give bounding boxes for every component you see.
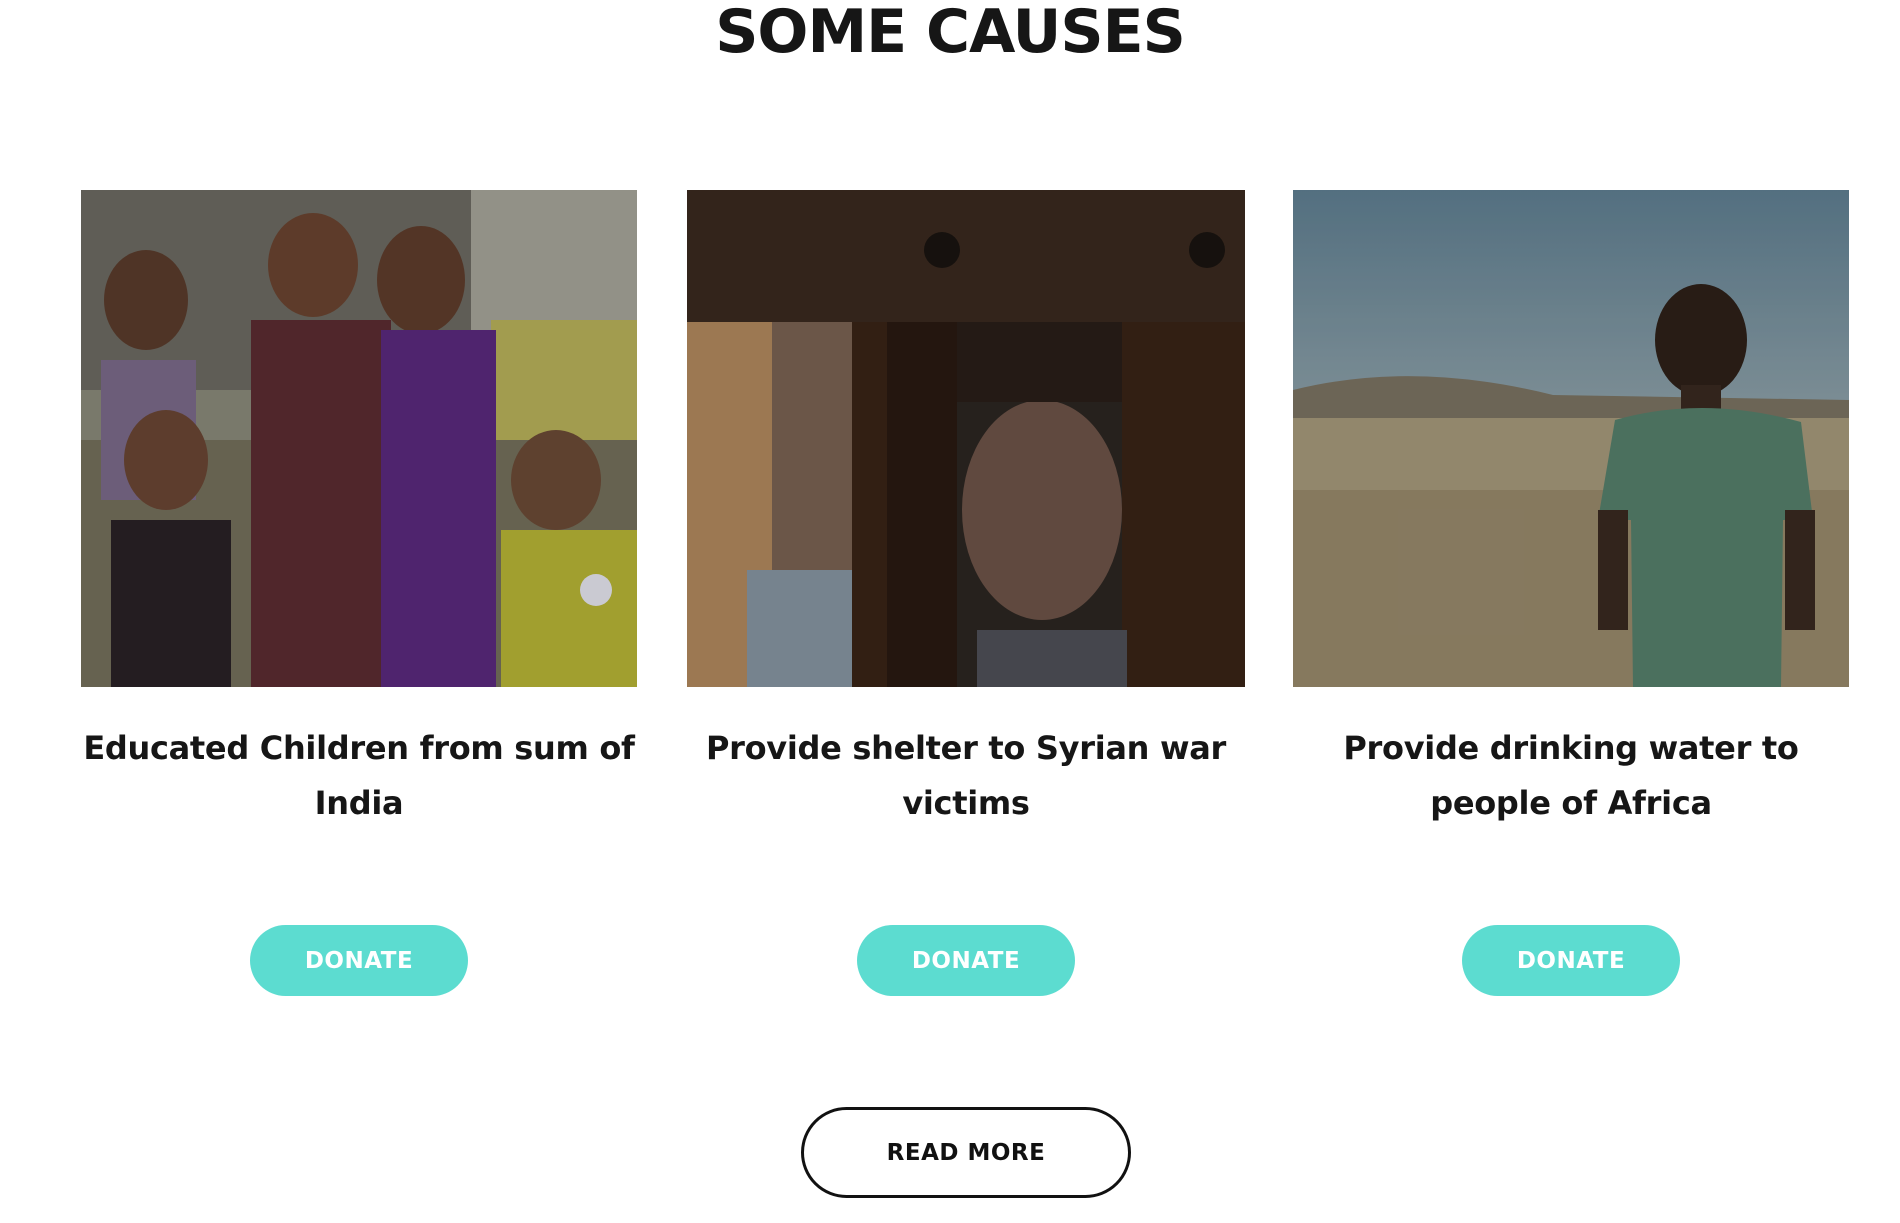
cause-title: Provide shelter to Syrian war victims — [705, 729, 1227, 822]
read-more-button[interactable]: READ MORE — [801, 1107, 1131, 1198]
cause-card: Provide shelter to Syrian war victims DO… — [687, 190, 1245, 996]
donate-button[interactable]: DONATE — [1462, 925, 1680, 996]
child-behind-bars-illustration — [687, 190, 1245, 687]
child-in-field-illustration — [1293, 190, 1849, 687]
donate-button[interactable]: DONATE — [857, 925, 1075, 996]
cause-title: Provide drinking water to people of Afri… — [1343, 729, 1799, 822]
cause-title: Educated Children from sum of India — [83, 729, 635, 822]
cause-card: Educated Children from sum of India DONA… — [81, 190, 637, 996]
causes-section: SOME CAUSES Educated Children from sum o… — [0, 0, 1900, 1223]
cause-card: Provide drinking water to people of Afri… — [1293, 190, 1849, 996]
donate-button[interactable]: DONATE — [250, 925, 468, 996]
cause-image[interactable] — [81, 190, 637, 687]
section-title: SOME CAUSES — [715, 0, 1186, 67]
cause-image[interactable] — [687, 190, 1245, 687]
group-of-children-illustration — [81, 190, 637, 687]
cause-image[interactable] — [1293, 190, 1849, 687]
